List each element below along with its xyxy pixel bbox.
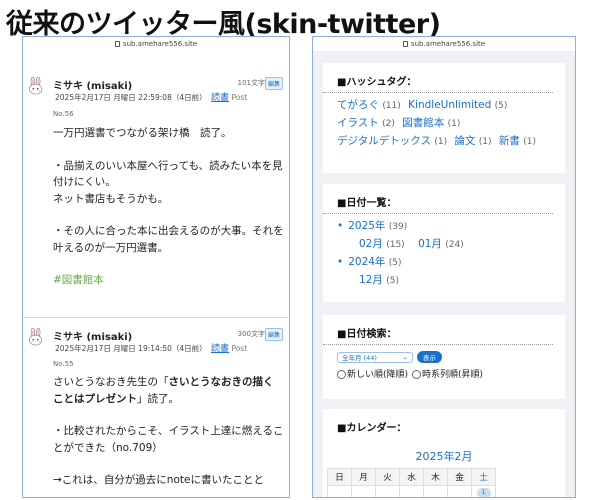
date-list-card: ■日付一覧： • 2025年 (39) 02月 (15) 01月 (24) • 20…	[323, 184, 565, 302]
post-label: Post	[231, 93, 248, 102]
hashtag-card: ■ハッシュタグ： てがろぐ (11) KindleUnlimited (5) イ…	[323, 63, 565, 173]
calendar-grid: 日 月 火 水 木 金 土 1	[327, 468, 496, 497]
url-bar[interactable]: sub.amehare556.site	[23, 37, 289, 51]
hashtag-item[interactable]: デジタルデトックス (1)	[337, 135, 447, 147]
lock-icon	[114, 41, 120, 47]
date-search-card: ■日付検索： 全年月 (44) ⌄ 表示 新しい順(降順) 時系列順(昇順)	[323, 315, 565, 399]
post-line: ・品揃えのいい本屋へ行っても、読みたい本を見付けにくい。	[53, 159, 283, 189]
rabbit-avatar-icon[interactable]	[27, 328, 45, 346]
char-count: 300文字	[237, 330, 265, 338]
date-list-title: ■日付一覧：	[323, 184, 553, 214]
hashtag-item[interactable]: てがろぐ (11)	[337, 99, 401, 111]
weekday-label: 木	[423, 468, 448, 486]
sort-desc-radio[interactable]: 新しい順(降順)	[337, 367, 408, 380]
weekday-label: 日	[327, 468, 352, 486]
category-link[interactable]: 読書	[211, 344, 229, 354]
sort-asc-radio[interactable]: 時系列順(昇順)	[412, 367, 483, 380]
search-row: 全年月 (44) ⌄ 表示	[323, 345, 565, 363]
post-line: →これは、自分が過去にnoteに書いたことと	[53, 474, 264, 486]
chevron-down-icon: ⌄	[402, 353, 408, 361]
hashtag-item[interactable]: 新書 (1)	[499, 135, 536, 147]
hashtag-title: ■ハッシュタグ：	[323, 63, 553, 93]
hashtag-item[interactable]: KindleUnlimited (5)	[408, 99, 507, 111]
char-count: 101文字	[237, 79, 265, 87]
hashtag-item[interactable]: 図書館本 (1)	[402, 117, 460, 129]
post-divider	[23, 317, 289, 318]
post-meta: 2025年2月17日 月曜日 19:14:50（4日前） 読書 Post	[55, 341, 247, 354]
month-items: 02月 (15) 01月 (24)	[337, 236, 565, 254]
post-55: ミサキ (misaki) 300文字 編集 2025年2月17日 月曜日 19:…	[23, 326, 289, 486]
hashtag-list: てがろぐ (11) KindleUnlimited (5) イラスト (2) 図…	[323, 93, 565, 151]
edit-button[interactable]: 編集	[264, 77, 283, 90]
timeline-frame: sub.amehare556.site ミサキ (misaki) 101文字 編…	[22, 36, 290, 498]
post-line: ネット書店もそうかも。	[53, 192, 169, 205]
weekday-label: 火	[375, 468, 400, 486]
hashtag-item[interactable]: 論文 (1)	[454, 135, 491, 147]
year-item[interactable]: • 2024年 (5)	[337, 254, 565, 272]
post-line: ことはプレゼント」読了。	[53, 392, 179, 405]
year-item[interactable]: • 2025年 (39)	[337, 218, 565, 236]
post-line: ・比較されたからこそ、イラスト上達に燃えることができた（no.709）	[53, 425, 284, 454]
show-button[interactable]: 表示	[417, 351, 442, 363]
sidebar-frame: sub.amehare556.site ■ハッシュタグ： てがろぐ (11) K…	[312, 36, 576, 498]
calendar-card: ■カレンダー： 2025年2月 日 月 火 水 木 金 土 1	[323, 409, 565, 497]
post-line: さいとうなおき先生の「さいとうなおきの描く	[53, 376, 274, 388]
calendar-day[interactable]: 1	[471, 485, 496, 497]
date-list: • 2025年 (39) 02月 (15) 01月 (24) • 2024年 (5)…	[323, 214, 565, 290]
calendar-title: ■カレンダー：	[337, 423, 407, 434]
url-text: sub.amehare556.site	[122, 40, 198, 48]
month-select[interactable]: 全年月 (44) ⌄	[337, 351, 413, 363]
post-number: No.55	[53, 360, 74, 368]
category-link[interactable]: 読書	[211, 93, 229, 103]
post-date[interactable]: 2025年2月17日 月曜日 19:14:50（4日前）	[55, 344, 207, 353]
sort-options: 新しい順(降順) 時系列順(昇順)	[323, 363, 565, 380]
edit-button[interactable]: 編集	[264, 328, 283, 341]
post-meta: 2025年2月17日 月曜日 22:59:08（4日前） 読書 Post	[55, 90, 247, 103]
post-56: ミサキ (misaki) 101文字 編集 2025年2月17日 月曜日 22:…	[23, 75, 289, 286]
post-number: No.56	[53, 110, 74, 118]
month-item[interactable]: 12月 (5)	[337, 272, 565, 290]
hashtag-link[interactable]: #図書館本	[53, 272, 289, 289]
lock-icon	[402, 41, 408, 47]
rabbit-avatar-icon[interactable]	[27, 77, 45, 95]
weekday-label: 月	[351, 468, 376, 486]
post-label: Post	[231, 344, 248, 353]
post-line: 一万円選書でつながる架け橋 読了。	[53, 127, 232, 139]
post-body: 一万円選書でつながる架け橋 読了。 ・品揃えのいい本屋へ行っても、読みたい本を見…	[53, 125, 289, 289]
weekday-label: 金	[447, 468, 472, 486]
weekday-label: 土	[471, 468, 496, 486]
post-line: ・その人に合った本に出会えるのが大事。それを叶えるのが一万円選書。	[53, 225, 284, 254]
post-date[interactable]: 2025年2月17日 月曜日 22:59:08（4日前）	[55, 93, 207, 102]
calendar-month: 2025年2月	[415, 450, 473, 463]
hashtag-item[interactable]: イラスト (2)	[337, 117, 395, 129]
url-text: sub.amehare556.site	[410, 40, 486, 48]
month-item[interactable]: 01月 (24)	[418, 238, 464, 250]
post-body: さいとうなおき先生の「さいとうなおきの描く ことはプレゼント」読了。 ・比較され…	[53, 374, 289, 489]
url-bar[interactable]: sub.amehare556.site	[313, 37, 575, 51]
month-item[interactable]: 02月 (15)	[359, 238, 405, 250]
weekday-label: 水	[399, 468, 424, 486]
date-search-title: ■日付検索：	[323, 315, 553, 345]
